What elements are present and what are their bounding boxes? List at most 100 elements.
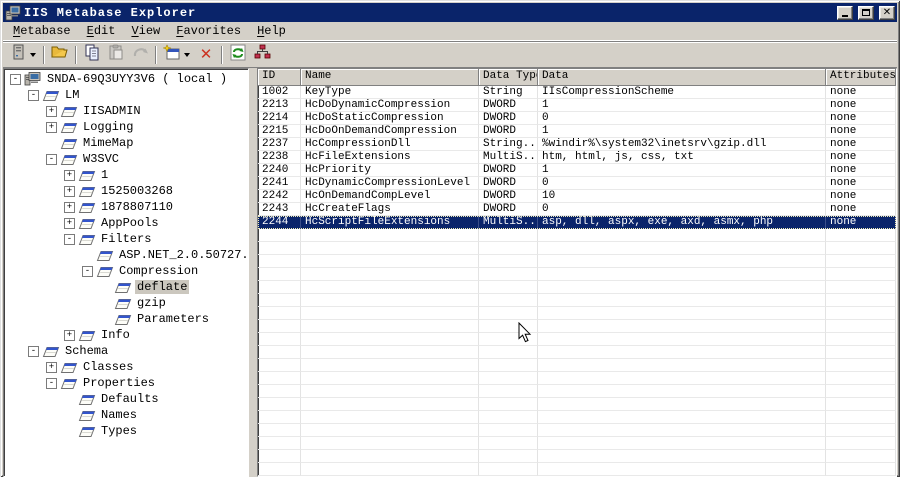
table-row-2240[interactable]: 2240 HcPriority DWORD 1 none bbox=[258, 164, 896, 177]
menu-metabase[interactable]: Metabase bbox=[5, 23, 79, 39]
undo-button[interactable] bbox=[128, 44, 152, 66]
tree-item-schema[interactable]: Schema bbox=[63, 344, 110, 358]
table-row-2215[interactable]: 2215 HcDoOnDemandCompression DWORD 1 none bbox=[258, 125, 896, 138]
collapse-icon[interactable]: - bbox=[28, 89, 39, 101]
tree-item-snda-69q3uyy3v6-local[interactable]: SNDA-69Q3UYY3V6 ( local ) bbox=[45, 72, 229, 86]
paste-button[interactable] bbox=[104, 44, 128, 66]
tree-item-deflate[interactable]: deflate bbox=[135, 280, 190, 294]
table-row-2241[interactable]: 2241 HcDynamicCompressionLevel DWORD 0 none bbox=[258, 177, 896, 190]
title-bar[interactable]: IIS Metabase Explorer ✕ bbox=[3, 3, 897, 22]
tree-item-asp-net-2-0-50727-0[interactable]: ASP.NET_2.0.50727.0 bbox=[117, 248, 248, 262]
collapse-icon[interactable]: - bbox=[10, 73, 21, 85]
empty-cell bbox=[258, 437, 301, 450]
empty-cell bbox=[826, 424, 896, 437]
maximize-button[interactable] bbox=[858, 5, 874, 20]
tree-item-mimemap[interactable]: MimeMap bbox=[81, 136, 135, 150]
panel-splitter[interactable] bbox=[249, 68, 257, 477]
empty-cell bbox=[826, 346, 896, 359]
column-header-id[interactable]: ID bbox=[258, 69, 301, 86]
expand-icon[interactable]: + bbox=[64, 201, 75, 213]
tree-item-gzip[interactable]: gzip bbox=[135, 296, 168, 310]
empty-cell bbox=[479, 294, 538, 307]
empty-cell bbox=[826, 320, 896, 333]
collapse-icon[interactable]: - bbox=[82, 265, 93, 277]
connect-button[interactable] bbox=[6, 44, 30, 66]
minimize-button[interactable] bbox=[837, 5, 853, 20]
window-title: IIS Metabase Explorer bbox=[24, 5, 197, 20]
tree-item-compression[interactable]: Compression bbox=[117, 264, 200, 278]
column-header-attributes[interactable]: Attributes bbox=[826, 69, 896, 86]
column-header-data[interactable]: Data bbox=[538, 69, 826, 86]
expand-icon[interactable]: + bbox=[46, 121, 57, 133]
key-icon bbox=[78, 216, 96, 230]
table-row-2244[interactable]: 2244 HcScriptFileExtensions MultiS... asp, … bbox=[258, 216, 896, 229]
tree-item-info[interactable]: Info bbox=[99, 328, 132, 342]
tree-row: - Schema bbox=[6, 343, 248, 359]
expand-icon[interactable]: + bbox=[46, 105, 57, 117]
table-row-2238[interactable]: 2238 HcFileExtensions MultiS... htm, html, … bbox=[258, 151, 896, 164]
empty-row bbox=[258, 385, 896, 398]
tree-item-apppools[interactable]: AppPools bbox=[99, 216, 161, 230]
refresh-button[interactable] bbox=[226, 44, 250, 66]
tree-item-classes[interactable]: Classes bbox=[81, 360, 135, 374]
empty-cell bbox=[258, 411, 301, 424]
column-header-name[interactable]: Name bbox=[301, 69, 479, 86]
tree-item-1525003268[interactable]: 1525003268 bbox=[99, 184, 175, 198]
tree-item-properties[interactable]: Properties bbox=[81, 376, 157, 390]
open-button[interactable] bbox=[48, 44, 72, 66]
column-header-data_type[interactable]: Data Type bbox=[479, 69, 538, 86]
undo-icon bbox=[132, 44, 149, 65]
cell-data_type: MultiS... bbox=[479, 216, 538, 229]
copy-button[interactable] bbox=[80, 44, 104, 66]
connect-button-dropdown-arrow[interactable] bbox=[30, 52, 36, 57]
empty-cell bbox=[538, 450, 826, 463]
tree-row: - LM bbox=[6, 87, 248, 103]
tree-item-filters[interactable]: Filters bbox=[99, 232, 153, 246]
empty-cell bbox=[826, 437, 896, 450]
empty-cell bbox=[826, 359, 896, 372]
new-key-button-dropdown-arrow[interactable] bbox=[184, 52, 190, 57]
tree-item-1[interactable]: 1 bbox=[99, 168, 110, 182]
table-row-2243[interactable]: 2243 HcCreateFlags DWORD 0 none bbox=[258, 203, 896, 216]
table-row-2213[interactable]: 2213 HcDoDynamicCompression DWORD 1 none bbox=[258, 99, 896, 112]
tree-item-logging[interactable]: Logging bbox=[81, 120, 135, 134]
delete-button[interactable]: ✕ bbox=[194, 44, 218, 66]
new-key-button[interactable] bbox=[160, 43, 184, 66]
table-row-2237[interactable]: 2237 HcCompressionDll String... %windir%\sy… bbox=[258, 138, 896, 151]
table-row-2242[interactable]: 2242 HcOnDemandCompLevel DWORD 10 none bbox=[258, 190, 896, 203]
tree-item-iisadmin[interactable]: IISADMIN bbox=[81, 104, 143, 118]
tree-item-1878807110[interactable]: 1878807110 bbox=[99, 200, 175, 214]
tree-item-types[interactable]: Types bbox=[99, 424, 139, 438]
expand-icon[interactable]: + bbox=[64, 169, 75, 181]
new-key-icon bbox=[162, 43, 181, 66]
menu-help[interactable]: Help bbox=[249, 23, 294, 39]
refresh-icon bbox=[230, 44, 246, 66]
tree-item-lm[interactable]: LM bbox=[63, 88, 81, 102]
empty-row bbox=[258, 346, 896, 359]
view-hierarchy-button[interactable] bbox=[250, 44, 274, 66]
menu-edit[interactable]: Edit bbox=[79, 23, 124, 39]
collapse-icon[interactable]: - bbox=[64, 233, 75, 245]
expand-icon[interactable]: + bbox=[64, 217, 75, 229]
tree-item-parameters[interactable]: Parameters bbox=[135, 312, 211, 326]
expand-icon[interactable]: + bbox=[64, 329, 75, 341]
empty-cell bbox=[258, 333, 301, 346]
expand-icon[interactable]: + bbox=[46, 361, 57, 373]
collapse-icon[interactable]: - bbox=[46, 153, 57, 165]
menu-view[interactable]: View bbox=[123, 23, 168, 39]
cell-id: 2243 bbox=[258, 203, 301, 216]
tree-item-defaults[interactable]: Defaults bbox=[99, 392, 161, 406]
tree-item-names[interactable]: Names bbox=[99, 408, 139, 422]
close-button[interactable]: ✕ bbox=[879, 5, 895, 20]
empty-cell bbox=[258, 294, 301, 307]
key-icon bbox=[78, 424, 96, 438]
tree-row: MimeMap bbox=[6, 135, 248, 151]
menu-bar: Metabase Edit View Favorites Help bbox=[3, 22, 897, 41]
table-row-1002[interactable]: 1002 KeyType String IIsCompressionScheme non… bbox=[258, 86, 896, 99]
tree-item-w3svc[interactable]: W3SVC bbox=[81, 152, 121, 166]
collapse-icon[interactable]: - bbox=[46, 377, 57, 389]
expand-icon[interactable]: + bbox=[64, 185, 75, 197]
collapse-icon[interactable]: - bbox=[28, 345, 39, 357]
menu-favorites[interactable]: Favorites bbox=[168, 23, 249, 39]
table-row-2214[interactable]: 2214 HcDoStaticCompression DWORD 0 none bbox=[258, 112, 896, 125]
